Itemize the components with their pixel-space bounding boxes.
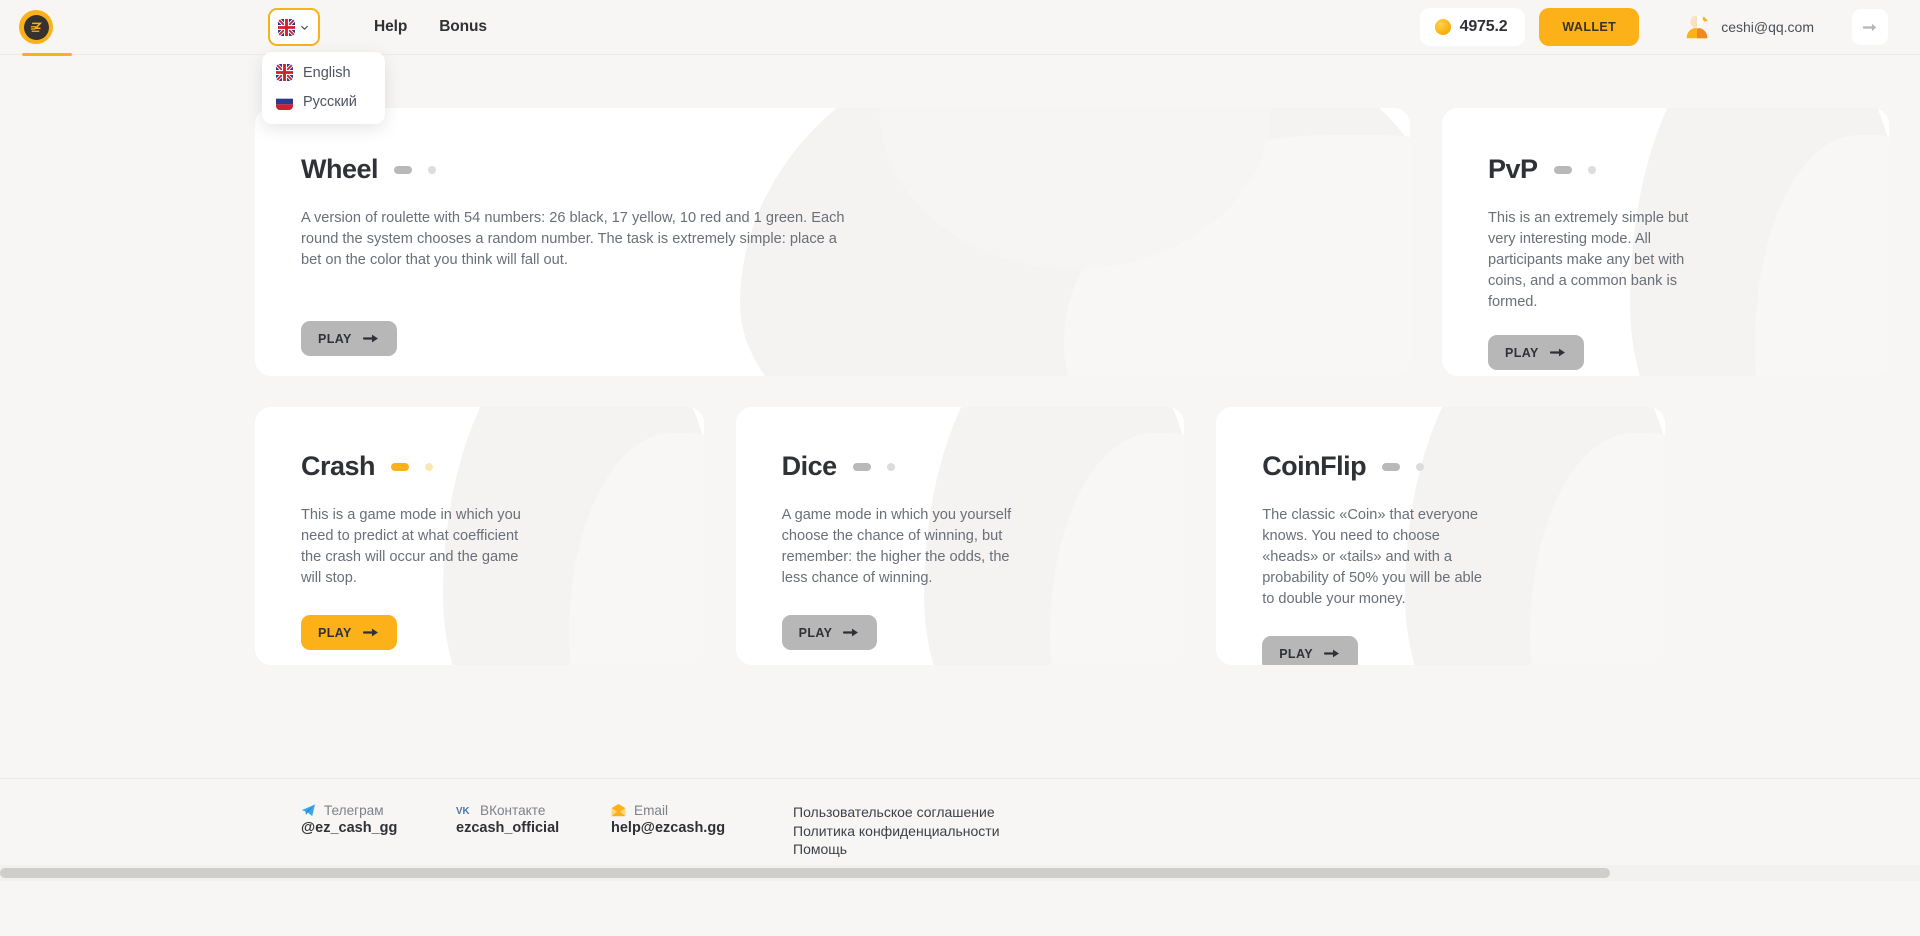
game-card-crash[interactable]: Crash This is a game mode in which you n… — [255, 407, 704, 665]
status-pill-indicator — [1554, 166, 1572, 174]
arrow-right-icon — [363, 626, 380, 639]
play-button-dice[interactable]: PLAY — [782, 615, 878, 650]
games-main-area: Wheel A version of roulette with 54 numb… — [0, 55, 1920, 881]
card-header: PvP — [1488, 154, 1843, 185]
language-selector-button[interactable] — [268, 8, 320, 46]
vk-icon: VK — [456, 804, 472, 817]
play-button-label: PLAY — [1505, 346, 1539, 360]
email-icon — [611, 804, 626, 817]
russia-flag-icon — [276, 93, 293, 110]
header-account-area: 4975.2 WALLET ceshi@qq.com — [1420, 8, 1920, 46]
game-title: CoinFlip — [1262, 451, 1366, 482]
play-button-label: PLAY — [318, 332, 352, 346]
play-button-wheel[interactable]: PLAY — [301, 321, 397, 356]
logout-arrow-icon — [1862, 20, 1879, 35]
coin-icon — [1435, 19, 1451, 35]
arrow-right-icon — [1324, 647, 1341, 660]
games-grid: Wheel A version of roulette with 54 numb… — [255, 108, 1665, 665]
games-row-2: Crash This is a game mode in which you n… — [255, 407, 1665, 665]
game-title: Dice — [782, 451, 837, 482]
card-header: Dice — [782, 451, 1139, 482]
status-pill-indicator — [853, 463, 871, 471]
nav-link-bonus[interactable]: Bonus — [423, 18, 503, 36]
contact-value: ezcash_official — [456, 820, 611, 836]
horizontal-scrollbar[interactable] — [0, 865, 1920, 881]
nav-link-help[interactable]: Help — [358, 18, 423, 36]
balance-display[interactable]: 4975.2 — [1420, 8, 1526, 46]
status-dot-indicator — [1588, 166, 1596, 174]
game-description: This is an extremely simple but very int… — [1488, 208, 1698, 313]
game-title: Wheel — [301, 154, 378, 185]
telegram-icon — [301, 804, 316, 817]
play-button-label: PLAY — [1279, 647, 1313, 661]
footer-links: Пользовательское соглашение Политика кон… — [793, 803, 1000, 859]
logout-button[interactable] — [1852, 9, 1888, 45]
status-dot-indicator — [425, 463, 433, 471]
contact-value: help@ezcash.gg — [611, 820, 766, 836]
play-button-label: PLAY — [799, 626, 833, 640]
play-button-crash[interactable]: PLAY — [301, 615, 397, 650]
contact-label: Телеграм — [324, 803, 384, 818]
wallet-button[interactable]: WALLET — [1539, 8, 1639, 46]
arrow-right-icon — [363, 332, 380, 345]
footer-link-help[interactable]: Помощь — [793, 840, 1000, 859]
status-pill-indicator — [1382, 463, 1400, 471]
chevron-down-icon — [299, 22, 310, 33]
user-avatar-icon — [1683, 13, 1711, 41]
language-dropdown-menu: English Русский — [262, 52, 385, 124]
arrow-right-icon — [1550, 346, 1567, 359]
game-description: A version of roulette with 54 numbers: 2… — [301, 208, 846, 271]
language-option-english[interactable]: English — [262, 58, 385, 87]
logo-z-glyph — [29, 20, 44, 35]
status-pill-indicator — [391, 463, 409, 471]
status-dot-indicator — [1416, 463, 1424, 471]
footer-link-privacy-policy[interactable]: Политика конфиденциальности — [793, 822, 1000, 841]
balance-value: 4975.2 — [1460, 18, 1508, 36]
uk-flag-icon — [276, 64, 293, 81]
contact-label: ВКонтакте — [480, 803, 545, 818]
game-card-wheel[interactable]: Wheel A version of roulette with 54 numb… — [255, 108, 1410, 376]
play-button-pvp[interactable]: PLAY — [1488, 335, 1584, 370]
user-account[interactable]: ceshi@qq.com — [1683, 13, 1814, 41]
games-row-1: Wheel A version of roulette with 54 numb… — [255, 108, 1665, 376]
header-nav: Help Bonus English — [268, 8, 503, 46]
footer-contacts: Телеграм @ez_cash_gg VK ВКонтакте ezcash… — [301, 803, 766, 859]
game-description: This is a game mode in which you need to… — [301, 505, 533, 589]
ezcash-logo-icon — [19, 10, 53, 44]
language-option-russian[interactable]: Русский — [262, 87, 385, 116]
uk-flag-icon — [278, 19, 295, 36]
game-title: PvP — [1488, 154, 1538, 185]
status-dot-indicator — [887, 463, 895, 471]
contact-value: @ez_cash_gg — [301, 820, 456, 836]
footer-contact-email[interactable]: Email help@ezcash.gg — [611, 803, 766, 859]
status-dot-indicator — [428, 166, 436, 174]
card-header: CoinFlip — [1262, 451, 1619, 482]
status-pill-indicator — [394, 166, 412, 174]
arrow-right-icon — [843, 626, 860, 639]
language-option-label: Русский — [303, 94, 357, 110]
svg-text:VK: VK — [456, 806, 470, 817]
scrollbar-thumb[interactable] — [0, 868, 1610, 878]
footer-contact-telegram[interactable]: Телеграм @ez_cash_gg — [301, 803, 456, 859]
language-option-label: English — [303, 65, 351, 81]
game-card-dice[interactable]: Dice A game mode in which you yourself c… — [736, 407, 1185, 665]
play-button-coinflip[interactable]: PLAY — [1262, 636, 1358, 665]
card-header: Wheel — [301, 154, 1364, 185]
game-card-pvp[interactable]: PvP This is an extremely simple but very… — [1442, 108, 1889, 376]
game-description: The classic «Coin» that everyone knows. … — [1262, 505, 1494, 610]
logo-home-link[interactable] — [0, 0, 72, 55]
contact-label: Email — [634, 803, 668, 818]
app-header: Help Bonus English — [0, 0, 1920, 55]
active-tab-underline — [22, 53, 72, 56]
user-email: ceshi@qq.com — [1721, 19, 1814, 35]
game-card-coinflip[interactable]: CoinFlip The classic «Coin» that everyon… — [1216, 407, 1665, 665]
footer-link-user-agreement[interactable]: Пользовательское соглашение — [793, 803, 1000, 822]
play-button-label: PLAY — [318, 626, 352, 640]
game-title: Crash — [301, 451, 375, 482]
game-description: A game mode in which you yourself choose… — [782, 505, 1014, 589]
footer-contact-vk[interactable]: VK ВКонтакте ezcash_official — [456, 803, 611, 859]
card-header: Crash — [301, 451, 658, 482]
